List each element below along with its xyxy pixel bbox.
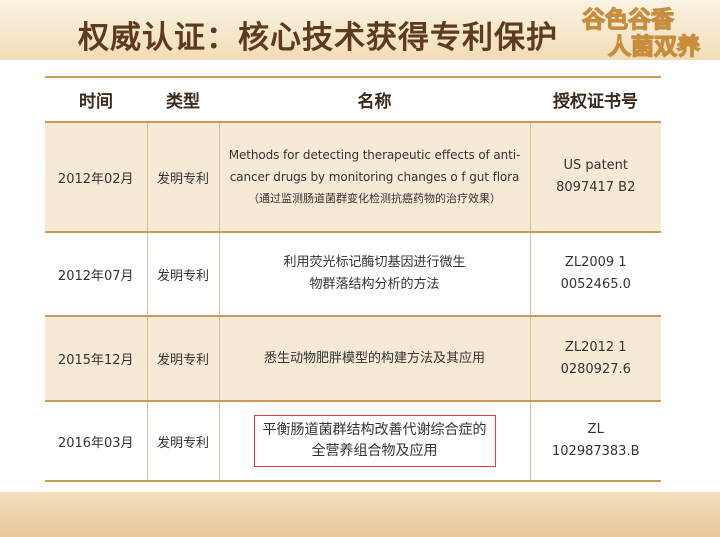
name-line: 平衡肠道菌群结构改善代谢综合症的 — [262, 422, 487, 438]
header-type: 类型 — [147, 76, 219, 123]
brand-logo: 谷色谷香 人菌双养 — [578, 2, 720, 58]
patent-table: 时间 类型 名称 授权证书号 2012年02月 发明专利 Methods for… — [45, 76, 661, 482]
grant-line: 0052465.0 — [560, 277, 631, 292]
type-cell: 发明专利 — [146, 122, 219, 233]
name-line: 全营养组合物及应用 — [311, 443, 438, 459]
name-line: （通过监测肠道菌群变化检测抗癌药物的治疗效果） — [248, 192, 501, 205]
grant-number-cell: US patent 8097417 B2 — [529, 122, 661, 233]
grant-number-cell: ZL 102987383.B — [529, 401, 661, 482]
table-row: 2015年12月 发明专利 悉生动物肥胖模型的构建方法及其应用 ZL2012 1… — [45, 316, 661, 402]
footer-band — [0, 492, 720, 537]
grant-line: ZL — [587, 422, 604, 437]
name-cell: 悉生动物肥胖模型的构建方法及其应用 — [218, 316, 530, 402]
type-cell: 发明专利 — [146, 232, 219, 317]
table-row: 2012年02月 发明专利 Methods for detecting ther… — [45, 122, 661, 233]
date-cell: 2016年03月 — [45, 401, 147, 482]
grant-line: 0280927.6 — [560, 361, 631, 377]
name-line: 利用荧光标记酶切基因进行微生 — [283, 255, 466, 270]
logo-line-1: 谷色谷香 — [582, 6, 675, 33]
name-line: cancer drugs by monitoring changes o f g… — [229, 170, 520, 184]
grant-line: ZL2012 1 — [564, 339, 627, 355]
name-cell: 利用荧光标记酶切基因进行微生 物群落结构分析的方法 — [218, 232, 530, 317]
page-title: 权威认证：核心技术获得专利保护 — [78, 20, 558, 56]
table-row: 2016年03月 发明专利 平衡肠道菌群结构改善代谢综合症的 全营养组合物及应用… — [45, 401, 661, 482]
table-row: 2012年07月 发明专利 利用荧光标记酶切基因进行微生 物群落结构分析的方法 … — [45, 232, 661, 317]
grant-number-cell: ZL2009 1 0052465.0 — [529, 232, 661, 317]
name-line: 悉生动物肥胖模型的构建方法及其应用 — [263, 350, 485, 366]
date-cell: 2012年07月 — [45, 232, 147, 317]
date-cell: 2015年12月 — [45, 316, 147, 402]
name-cell: Methods for detecting therapeutic effect… — [218, 122, 530, 233]
logo-line-2: 人菌双养 — [608, 33, 700, 58]
grant-line: US patent — [563, 158, 629, 173]
header-name: 名称 — [219, 76, 530, 123]
grant-line: 102987383.B — [552, 444, 640, 459]
name-cell: 平衡肠道菌群结构改善代谢综合症的 全营养组合物及应用 — [218, 401, 530, 482]
date-cell: 2012年02月 — [45, 122, 147, 233]
name-line: 物群落结构分析的方法 — [309, 277, 440, 292]
name-line: Methods for detecting therapeutic effect… — [228, 148, 521, 162]
type-cell: 发明专利 — [146, 401, 219, 482]
type-cell: 发明专利 — [146, 316, 219, 402]
header-date: 时间 — [45, 76, 147, 123]
table-header-row: 时间 类型 名称 授权证书号 — [45, 76, 661, 123]
grant-number-cell: ZL2012 1 0280927.6 — [529, 316, 661, 402]
grant-line: 8097417 B2 — [556, 180, 636, 195]
grant-line: ZL2009 1 — [564, 255, 627, 270]
header-grant-number: 授权证书号 — [530, 76, 661, 123]
highlighted-patent-name: 平衡肠道菌群结构改善代谢综合症的 全营养组合物及应用 — [253, 415, 496, 467]
